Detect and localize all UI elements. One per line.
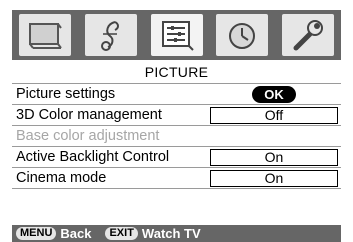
clock-icon[interactable]: [216, 14, 269, 56]
menu-item-label: Active Backlight Control: [16, 149, 170, 165]
watch-tv-action-label: Watch TV: [141, 226, 201, 241]
picture-settings-icon[interactable]: [150, 14, 203, 56]
menu-item-active-backlight-control[interactable]: Active Backlight Control On: [12, 147, 341, 168]
menu-key-badge[interactable]: MENU: [16, 227, 57, 240]
menu-item-3d-color-management[interactable]: 3D Color management Off: [12, 105, 341, 126]
menu-item-label: 3D Color management: [16, 107, 162, 123]
option-value[interactable]: On: [210, 170, 338, 187]
menu-category-bar: [12, 10, 341, 60]
menu-item-picture-settings[interactable]: Picture settings OK: [12, 84, 341, 105]
footer-key-guide: MENU Back EXIT Watch TV: [12, 225, 341, 242]
menu-item-label: Base color adjustment: [16, 128, 160, 144]
option-value[interactable]: On: [210, 149, 338, 166]
menu-item-label: Picture settings: [16, 86, 116, 102]
music-note-icon[interactable]: [84, 14, 137, 56]
menu-item-base-color-adjustment: Base color adjustment: [12, 126, 341, 147]
picture-menu: Picture settings OK 3D Color management …: [12, 83, 341, 189]
tv-screen-icon[interactable]: [19, 14, 71, 56]
wrench-icon[interactable]: [282, 14, 334, 56]
exit-key-badge[interactable]: EXIT: [105, 227, 138, 240]
option-value[interactable]: Off: [210, 107, 338, 124]
menu-item-label: Cinema mode: [16, 170, 107, 186]
screen-title: PICTURE: [144, 64, 209, 80]
menu-item-cinema-mode[interactable]: Cinema mode On: [12, 168, 341, 189]
ok-button[interactable]: OK: [252, 86, 296, 103]
back-action-label: Back: [60, 226, 92, 241]
